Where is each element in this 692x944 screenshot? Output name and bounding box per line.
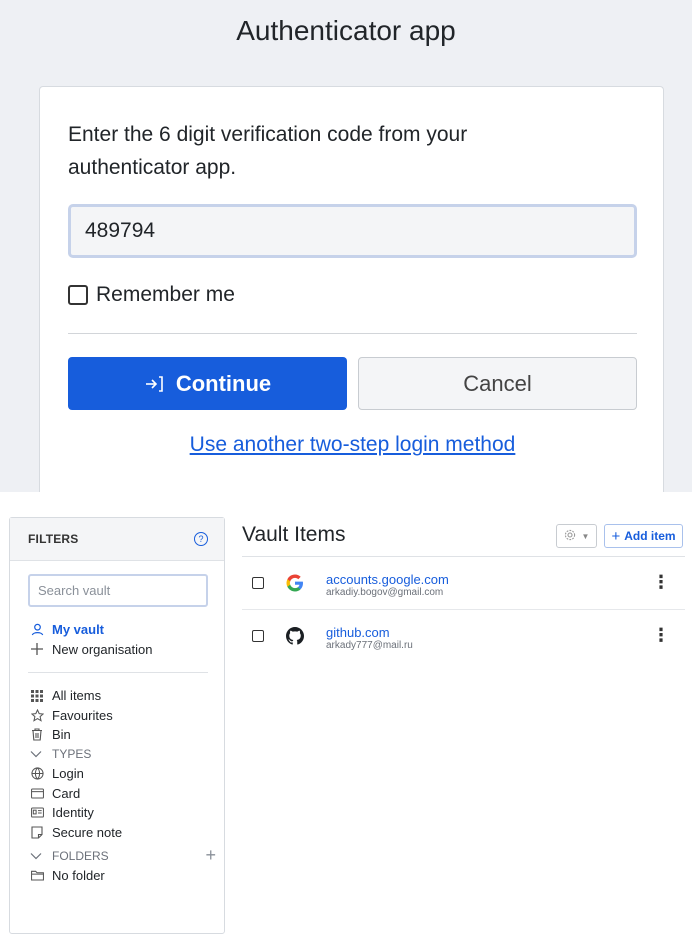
folder-icon [30,868,44,882]
remember-me-checkbox[interactable] [68,285,88,305]
filters-panel: FILTERS ? My vault New organisation [9,517,225,934]
instructions-text: Enter the 6 digit verification code from… [68,123,468,179]
vault-item-row[interactable]: github.com arkady777@mail.ru ⋮ [242,610,685,662]
trash-icon [30,728,44,742]
nav-all-items[interactable]: All items [30,686,220,706]
chevron-down-icon [30,750,44,758]
search-vault-input[interactable] [28,574,208,607]
nav-favourites[interactable]: Favourites [30,706,220,726]
vault-items-title: Vault Items [242,523,346,546]
add-item-button[interactable]: + Add item [604,524,683,548]
item-name-link[interactable]: github.com [326,625,390,640]
item-username: arkadiy.bogov@gmail.com [326,587,444,598]
caret-down-icon: ▼ [581,531,590,541]
plus-icon [30,642,44,656]
credit-card-icon [30,786,44,800]
cancel-button[interactable]: Cancel [358,357,637,410]
page-title: Authenticator app [236,15,456,46]
nav-type-login[interactable]: Login [30,764,220,784]
item-name-link[interactable]: accounts.google.com [326,572,449,587]
sign-in-icon [144,374,164,394]
add-folder-icon[interactable]: + [205,845,216,866]
item-checkbox[interactable] [252,630,264,642]
note-icon [30,825,44,839]
nav-bin[interactable]: Bin [30,725,220,745]
vault-item-row[interactable]: accounts.google.com arkadiy.bogov@gmail.… [242,557,685,609]
vault-nav: My vault New organisation [30,620,220,659]
filters-header: FILTERS ? [10,518,224,561]
nav-my-vault[interactable]: My vault [30,620,220,640]
plus-icon: + [611,527,621,545]
remember-me-row[interactable]: Remember me [68,283,235,307]
folders-header[interactable]: FOLDERS + [30,845,220,866]
help-icon[interactable]: ? [194,532,208,546]
nav-new-organisation[interactable]: New organisation [30,640,220,660]
settings-dropdown-button[interactable]: ▼ [556,524,597,548]
remember-me-label[interactable]: Remember me [96,283,235,307]
more-options-icon[interactable]: ⋮ [652,573,670,591]
nav-type-secure-note[interactable]: Secure note [30,823,220,843]
nav-type-card[interactable]: Card [30,784,220,804]
nav-type-identity[interactable]: Identity [30,803,220,823]
grid-icon [30,689,44,703]
user-icon [30,623,44,637]
types-header[interactable]: TYPES [30,745,220,765]
chevron-down-icon [30,852,44,860]
more-options-icon[interactable]: ⋮ [652,626,670,644]
continue-button[interactable]: Continue [68,357,347,410]
globe-icon [30,767,44,781]
nav-no-folder[interactable]: No folder [30,866,220,886]
item-checkbox[interactable] [252,577,264,589]
id-card-icon [30,806,44,820]
item-username: arkady777@mail.ru [326,640,413,651]
alt-method-link[interactable]: Use another two-step login method [40,433,665,457]
filters-title: FILTERS [28,532,79,546]
star-icon [30,708,44,722]
verification-code-input[interactable] [68,204,637,258]
two-step-login-section: Authenticator app Enter the 6 digit veri… [0,0,692,492]
filter-nav: All items Favourites Bin TYPES Login Car… [30,686,220,885]
divider [68,333,637,334]
github-logo-icon [286,627,304,645]
auth-card: Enter the 6 digit verification code from… [39,86,664,492]
google-logo-icon [286,574,304,592]
nav-divider [28,672,208,673]
continue-label: Continue [175,370,272,396]
gear-icon [564,529,576,544]
